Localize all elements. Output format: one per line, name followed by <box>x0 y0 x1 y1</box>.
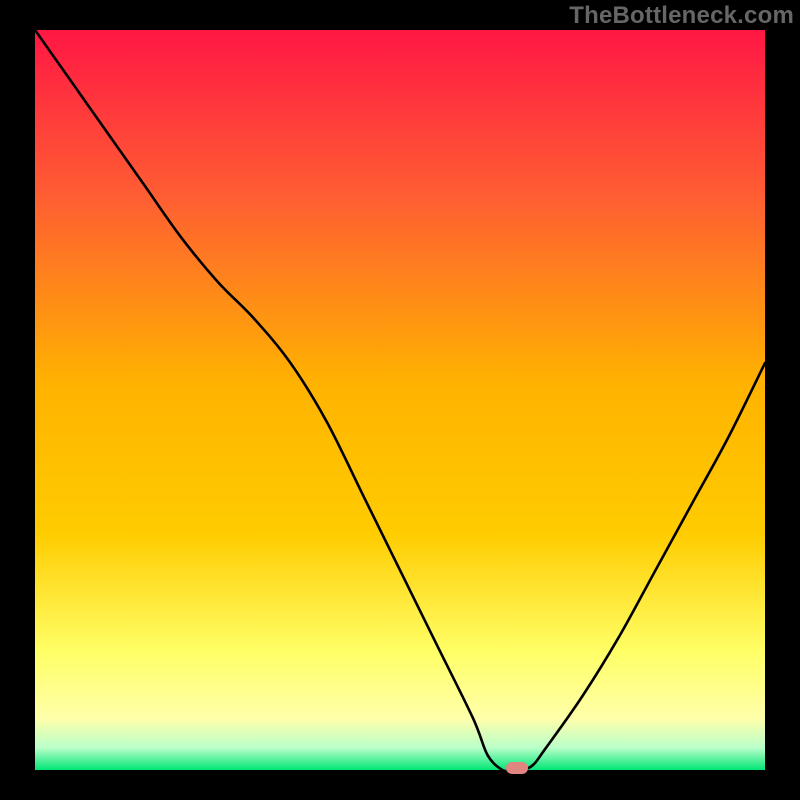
plot-svg <box>35 30 765 770</box>
watermark-text: TheBottleneck.com <box>569 2 794 30</box>
gradient-background <box>35 30 765 770</box>
chart-frame: TheBottleneck.com <box>0 0 800 800</box>
optimal-marker <box>506 762 528 774</box>
plot-area <box>35 30 765 770</box>
